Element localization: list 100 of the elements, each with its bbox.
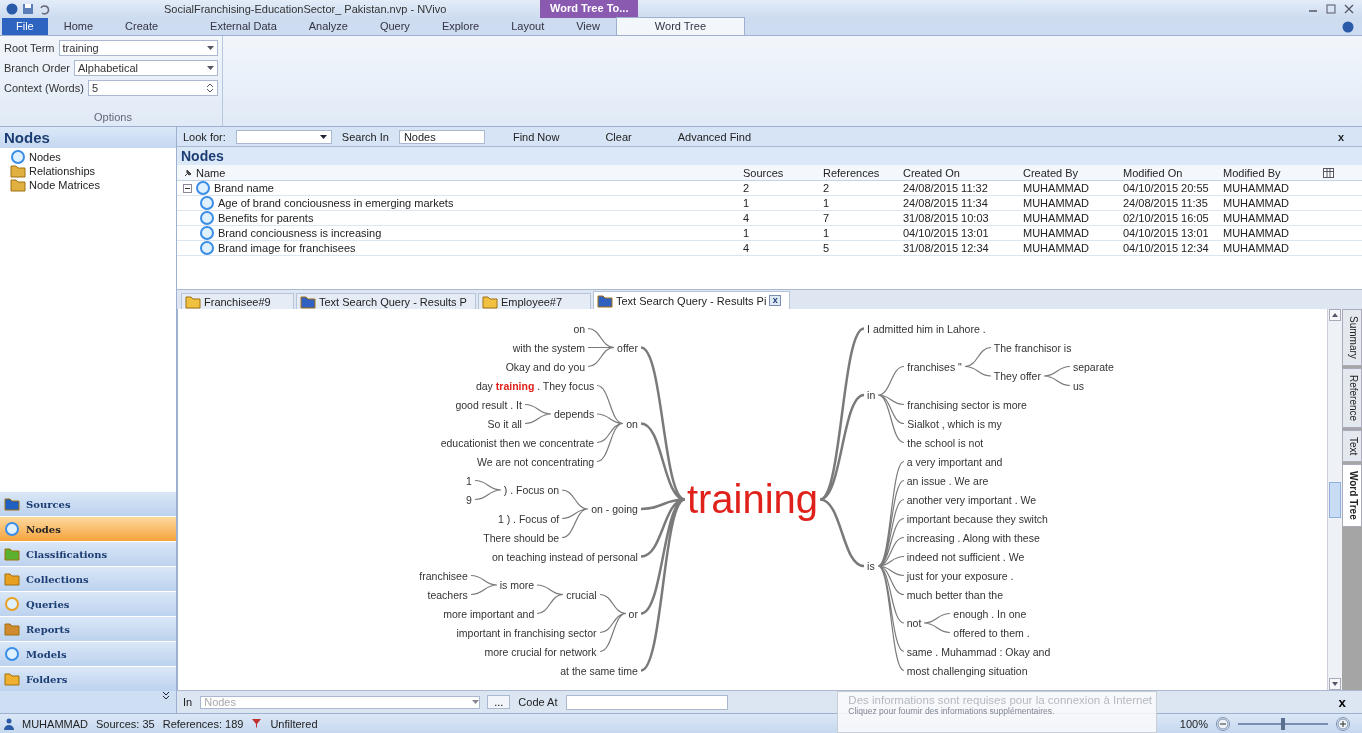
- tree-phrase[interactable]: day training . They focus: [472, 379, 598, 392]
- dropdown-field[interactable]: training: [58, 40, 218, 56]
- find-bar-button[interactable]: Find Now: [494, 130, 578, 143]
- tree-phrase[interactable]: crucial: [563, 588, 600, 601]
- ribbon-tab[interactable]: Query: [363, 18, 426, 35]
- column-header[interactable]: References: [817, 165, 897, 181]
- zoom-out-icon[interactable]: [1216, 716, 1230, 731]
- tree-phrase[interactable]: important because they switch: [903, 512, 1051, 525]
- document-tab[interactable]: Franchisee#9: [181, 293, 294, 309]
- column-header[interactable]: Sources: [737, 165, 817, 181]
- scroll-down-icon[interactable]: [1329, 678, 1341, 690]
- tree-phrase[interactable]: on: [623, 417, 641, 430]
- dropdown-field[interactable]: Alphabetical: [74, 60, 218, 76]
- ribbon-tab[interactable]: External Data: [194, 18, 293, 35]
- find-bar-button[interactable]: Clear: [587, 130, 650, 143]
- side-panel-tab[interactable]: Summary: [1342, 309, 1362, 366]
- tree-phrase[interactable]: at the same time: [557, 664, 641, 677]
- tree-phrase[interactable]: enough . In one: [950, 607, 1030, 620]
- dropdown-arrow-icon[interactable]: [207, 46, 214, 50]
- document-tab[interactable]: Text Search Query - Results P: [296, 293, 476, 309]
- close-icon[interactable]: [1344, 4, 1354, 14]
- tree-item[interactable]: Nodes: [10, 150, 176, 164]
- tree-phrase[interactable]: There should be: [480, 531, 563, 544]
- tree-phrase[interactable]: same . Muhammad : Okay and: [903, 645, 1054, 658]
- tree-phrase[interactable]: on teaching instead of personal: [488, 550, 641, 563]
- tree-phrase[interactable]: offered to them .: [950, 626, 1033, 639]
- column-header[interactable]: Created By: [1017, 165, 1117, 181]
- tree-phrase[interactable]: educationist then we concentrate: [437, 436, 598, 449]
- ribbon-tab[interactable]: Word Tree: [615, 17, 745, 35]
- tree-phrase[interactable]: another very important . We: [903, 493, 1040, 506]
- tree-phrase[interactable]: depends: [550, 408, 598, 420]
- root-term[interactable]: training: [684, 477, 821, 522]
- find-bar-button[interactable]: Advanced Find: [659, 130, 770, 143]
- column-header[interactable]: Modified On: [1117, 165, 1217, 181]
- tree-phrase[interactable]: 9: [462, 493, 475, 506]
- tree-phrase[interactable]: franchising sector is more: [904, 398, 1030, 411]
- tree-item[interactable]: Node Matrices: [10, 178, 176, 192]
- ribbon-tab[interactable]: View: [560, 18, 616, 35]
- ribbon-tab[interactable]: Create: [109, 18, 175, 35]
- column-header[interactable]: Created On: [897, 165, 1017, 181]
- tree-phrase[interactable]: Okay and do you: [502, 360, 589, 373]
- tree-phrase[interactable]: on - going: [588, 503, 641, 515]
- tree-phrase[interactable]: with the system: [509, 341, 589, 354]
- spinner-arrows-icon[interactable]: [206, 83, 214, 93]
- document-tab[interactable]: Text Search Query - Results Pi x: [592, 291, 791, 309]
- tree-phrase[interactable]: 1 ) . Focus of: [494, 512, 563, 525]
- tree-phrase[interactable]: We are not concentrating: [474, 455, 598, 468]
- tree-item[interactable]: Relationships: [10, 164, 176, 178]
- column-chooser-icon[interactable]: [1323, 167, 1334, 178]
- side-panel-tab[interactable]: Text: [1342, 429, 1362, 463]
- tree-phrase[interactable]: teachers: [424, 588, 471, 601]
- tree-phrase[interactable]: franchises ": [904, 360, 965, 373]
- tree-phrase[interactable]: more important and: [440, 607, 538, 620]
- look-for-field[interactable]: [235, 129, 332, 144]
- navigation-button[interactable]: Sources: [0, 491, 176, 516]
- collapse-icon[interactable]: [183, 183, 192, 193]
- tree-phrase[interactable]: indeed not sufficient . We: [903, 550, 1028, 563]
- navigation-button[interactable]: Reports: [0, 616, 176, 641]
- tree-phrase[interactable]: more crucial for network: [481, 645, 600, 658]
- tree-phrase[interactable]: or: [625, 607, 641, 620]
- tree-phrase[interactable]: Sialkot , which is my: [904, 417, 1005, 430]
- tree-phrase[interactable]: separate: [1069, 360, 1117, 373]
- column-header[interactable]: Modified By: [1217, 165, 1317, 181]
- ribbon-tab[interactable]: Home: [47, 18, 110, 35]
- navigation-button[interactable]: Classifications: [0, 541, 176, 566]
- dropdown-arrow-icon[interactable]: [319, 134, 327, 139]
- ribbon-tab[interactable]: Layout: [495, 18, 561, 35]
- navigation-button[interactable]: Folders: [0, 666, 176, 691]
- scrollbar[interactable]: [1327, 309, 1342, 690]
- tree-phrase[interactable]: is: [864, 560, 878, 572]
- tree-phrase[interactable]: not: [903, 617, 925, 629]
- ribbon-tab[interactable]: Analyze: [292, 18, 364, 35]
- close-tab-button[interactable]: x: [769, 295, 782, 306]
- tree-phrase[interactable]: is more: [496, 579, 538, 591]
- tree-phrase[interactable]: just for your exposure .: [903, 569, 1017, 582]
- side-panel-tab[interactable]: Reference: [1342, 367, 1362, 428]
- tree-phrase[interactable]: on: [570, 322, 589, 335]
- maximize-icon[interactable]: [1326, 4, 1336, 14]
- tree-phrase[interactable]: important in franchising sector: [453, 626, 600, 639]
- close-button[interactable]: x: [1319, 130, 1362, 143]
- tree-phrase[interactable]: good result . It: [452, 398, 525, 411]
- tree-phrase[interactable]: So it all: [484, 417, 525, 430]
- undo-icon[interactable]: [38, 3, 50, 15]
- navigation-button[interactable]: Collections: [0, 566, 176, 591]
- save-icon[interactable]: [22, 3, 34, 15]
- zoom-in-icon[interactable]: [1336, 716, 1350, 731]
- tree-phrase[interactable]: They offer: [990, 370, 1044, 382]
- document-tab[interactable]: Employee#7: [477, 293, 591, 309]
- tree-phrase[interactable]: in: [864, 389, 879, 401]
- spinner-field[interactable]: 5: [87, 80, 218, 96]
- tree-phrase[interactable]: offer: [614, 341, 641, 354]
- help-icon[interactable]: [1342, 21, 1354, 33]
- tree-phrase[interactable]: us: [1069, 379, 1087, 392]
- tree-phrase[interactable]: most challenging situation: [903, 664, 1031, 677]
- tree-phrase[interactable]: franchisee: [416, 569, 471, 582]
- tree-phrase[interactable]: 1: [462, 474, 475, 487]
- navigation-button[interactable]: Queries: [0, 591, 176, 616]
- close-button[interactable]: x: [1332, 693, 1352, 711]
- navigation-button[interactable]: Models: [0, 641, 176, 666]
- tree-phrase[interactable]: an issue . We are: [903, 474, 992, 487]
